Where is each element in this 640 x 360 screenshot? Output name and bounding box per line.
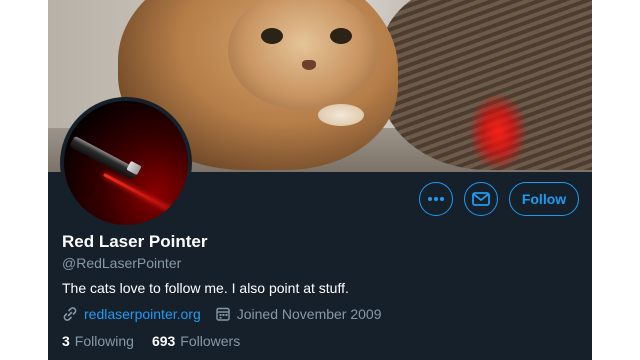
profile-card: Follow Red Laser Pointer @RedLaserPointe… <box>48 0 592 360</box>
following-stat[interactable]: 3 Following <box>62 333 134 349</box>
calendar-icon <box>216 307 230 321</box>
message-button[interactable] <box>464 182 498 216</box>
follow-stats: 3 Following 693 Followers <box>62 333 258 349</box>
link-icon <box>63 307 77 321</box>
follow-button[interactable]: Follow <box>509 182 579 216</box>
mail-icon <box>472 192 490 206</box>
more-icon <box>428 197 444 201</box>
profile-name: Red Laser Pointer <box>62 232 208 251</box>
joined-date: Joined November 2009 <box>236 306 382 322</box>
website-link[interactable]: redlaserpointer.org <box>84 306 201 322</box>
followers-stat[interactable]: 693 Followers <box>152 333 240 349</box>
profile-handle: @RedLaserPointer <box>62 255 182 271</box>
profile-meta: redlaserpointer.org Joined November 2009 <box>62 306 382 322</box>
profile-bio: The cats love to follow me. I also point… <box>62 280 349 296</box>
avatar[interactable] <box>60 97 192 229</box>
more-button[interactable] <box>419 182 453 216</box>
